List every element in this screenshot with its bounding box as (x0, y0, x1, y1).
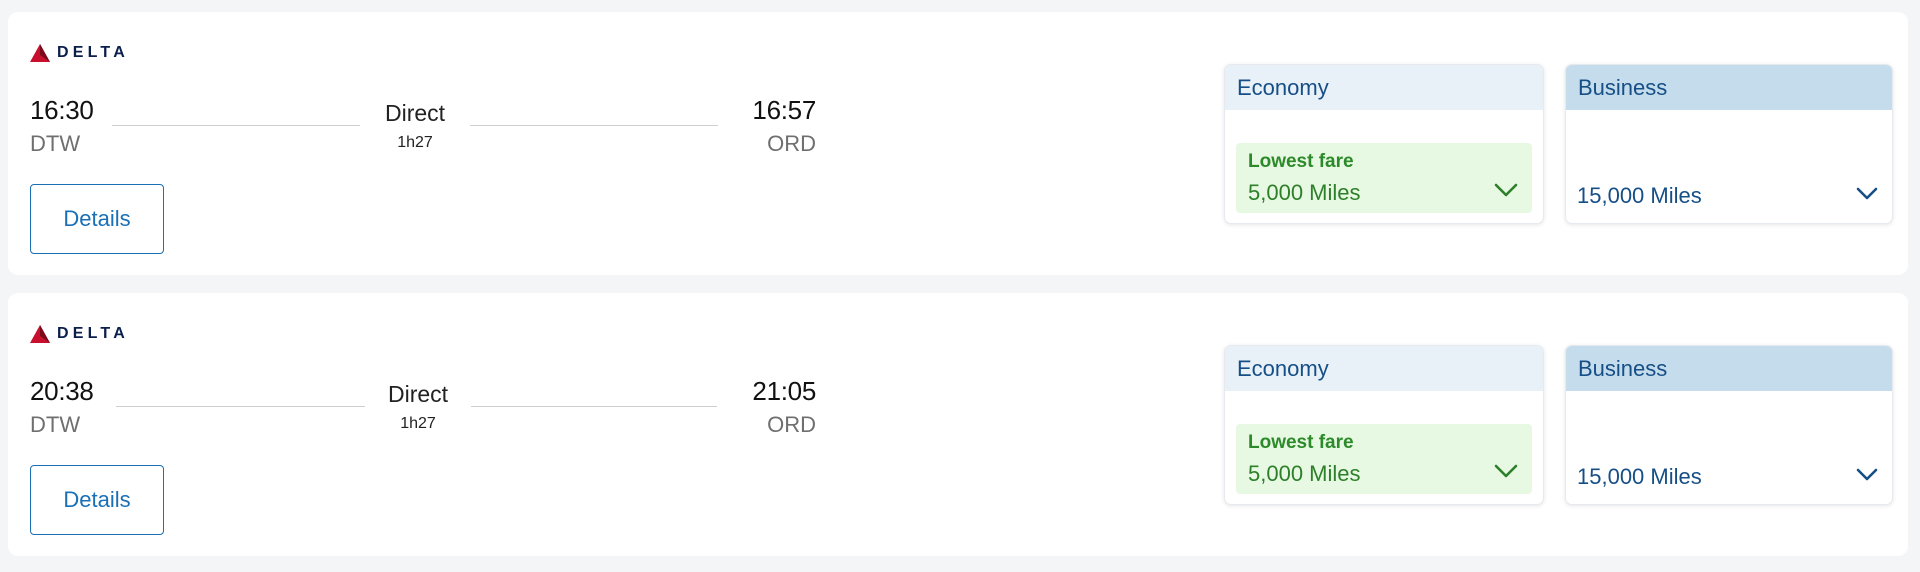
lowest-fare-badge: Lowest fare (1248, 432, 1354, 453)
flight-duration: 1h27 (400, 415, 436, 432)
economy-fare-header: Economy (1225, 346, 1543, 391)
departure-time: 20:38 (30, 376, 94, 406)
economy-fare-header: Economy (1225, 65, 1543, 110)
stops-label: Direct (384, 100, 446, 126)
details-button[interactable]: Details (30, 184, 164, 254)
business-price: 15,000 Miles (1577, 183, 1702, 208)
departure-airport: DTW (30, 412, 81, 437)
economy-fare-card[interactable]: Economy Lowest fare 5,000 Miles (1224, 64, 1544, 224)
lowest-fare-box: Lowest fare 5,000 Miles (1236, 424, 1532, 494)
business-fare-header: Business (1566, 346, 1892, 391)
business-fare-card[interactable]: Business 15,000 Miles (1565, 64, 1893, 224)
economy-price: 5,000 Miles (1248, 461, 1361, 486)
airline-name: DELTA (57, 44, 129, 61)
airline-logo: DELTA (30, 323, 129, 345)
airline-name: DELTA (57, 325, 129, 342)
business-price: 15,000 Miles (1577, 464, 1702, 489)
flight-results-list: DELTA 16:30 DTW Direct 1h27 16:57 ORD De… (0, 0, 1920, 572)
departure-time: 16:30 (30, 95, 94, 125)
route-line-right (470, 125, 718, 126)
economy-fare-card[interactable]: Economy Lowest fare 5,000 Miles (1224, 345, 1544, 505)
arrival-airport: ORD (767, 412, 816, 437)
route-line-right (471, 406, 717, 407)
flight-duration: 1h27 (397, 134, 433, 151)
lowest-fare-badge: Lowest fare (1248, 151, 1354, 172)
airline-logo: DELTA (30, 42, 129, 64)
route-line-left (116, 406, 365, 407)
stops-label: Direct (387, 381, 449, 407)
details-button[interactable]: Details (30, 465, 164, 535)
arrival-airport: ORD (767, 131, 816, 156)
lowest-fare-box: Lowest fare 5,000 Miles (1236, 143, 1532, 213)
flight-card: DELTA 20:38 DTW Direct 1h27 21:05 ORD De… (8, 293, 1908, 556)
chevron-down-icon[interactable] (1494, 464, 1518, 478)
route-line-left (112, 125, 360, 126)
chevron-down-icon[interactable] (1856, 468, 1878, 482)
delta-widget-icon (30, 44, 50, 62)
arrival-time: 16:57 (752, 95, 816, 125)
chevron-down-icon[interactable] (1856, 187, 1878, 201)
economy-price: 5,000 Miles (1248, 180, 1361, 205)
arrival-time: 21:05 (752, 376, 816, 406)
business-fare-card[interactable]: Business 15,000 Miles (1565, 345, 1893, 505)
departure-airport: DTW (30, 131, 81, 156)
chevron-down-icon[interactable] (1494, 183, 1518, 197)
business-fare-header: Business (1566, 65, 1892, 110)
flight-card: DELTA 16:30 DTW Direct 1h27 16:57 ORD De… (8, 12, 1908, 275)
delta-widget-icon (30, 325, 50, 343)
